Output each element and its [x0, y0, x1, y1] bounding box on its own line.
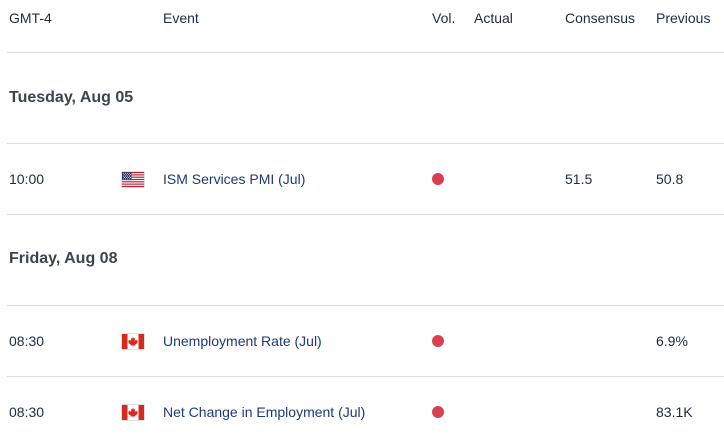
table-row[interactable]: 10:00 ISM Services PMI (Jul) 51.5 50.8	[0, 167, 724, 191]
date-header: Tuesday, Aug 05	[9, 89, 134, 106]
event-time: 10:00	[9, 171, 45, 187]
canada-flag-icon	[122, 334, 144, 349]
date-header: Friday, Aug 08	[9, 250, 118, 267]
header-previous: Previous	[656, 10, 711, 26]
event-name-link[interactable]: ISM Services PMI (Jul)	[163, 172, 305, 186]
header-consensus: Consensus	[565, 10, 636, 26]
previous-value: 6.9%	[656, 333, 688, 349]
header-divider	[7, 52, 724, 53]
header-event: Event	[163, 10, 199, 26]
row-divider	[7, 214, 724, 215]
event-name-link[interactable]: Unemployment Rate (Jul)	[163, 334, 322, 348]
consensus-value: 51.5	[565, 171, 593, 187]
row-divider	[7, 305, 724, 306]
header-timezone[interactable]: GMT-4	[9, 11, 52, 25]
table-row[interactable]: 08:30 Unemployment Rate (Jul) 6.9%	[0, 329, 724, 353]
row-divider	[7, 143, 724, 144]
high-volatility-icon	[432, 335, 444, 347]
header-actual: Actual	[474, 10, 513, 26]
event-time: 08:30	[9, 333, 45, 349]
header-vol: Vol.	[432, 10, 456, 26]
event-name-link[interactable]: Net Change in Employment (Jul)	[163, 405, 365, 419]
high-volatility-icon	[432, 173, 444, 185]
high-volatility-icon	[432, 406, 444, 418]
previous-value: 50.8	[656, 171, 684, 187]
table-row[interactable]: 08:30 Net Change in Employment (Jul) 83.…	[0, 400, 724, 424]
previous-value: 83.1K	[656, 404, 693, 420]
us-flag-icon	[122, 172, 144, 187]
event-time: 08:30	[9, 404, 45, 420]
economic-calendar: GMT-4 Event Vol. Actual Consensus Previo…	[0, 0, 724, 440]
row-divider	[7, 376, 724, 377]
canada-flag-icon	[122, 405, 144, 420]
